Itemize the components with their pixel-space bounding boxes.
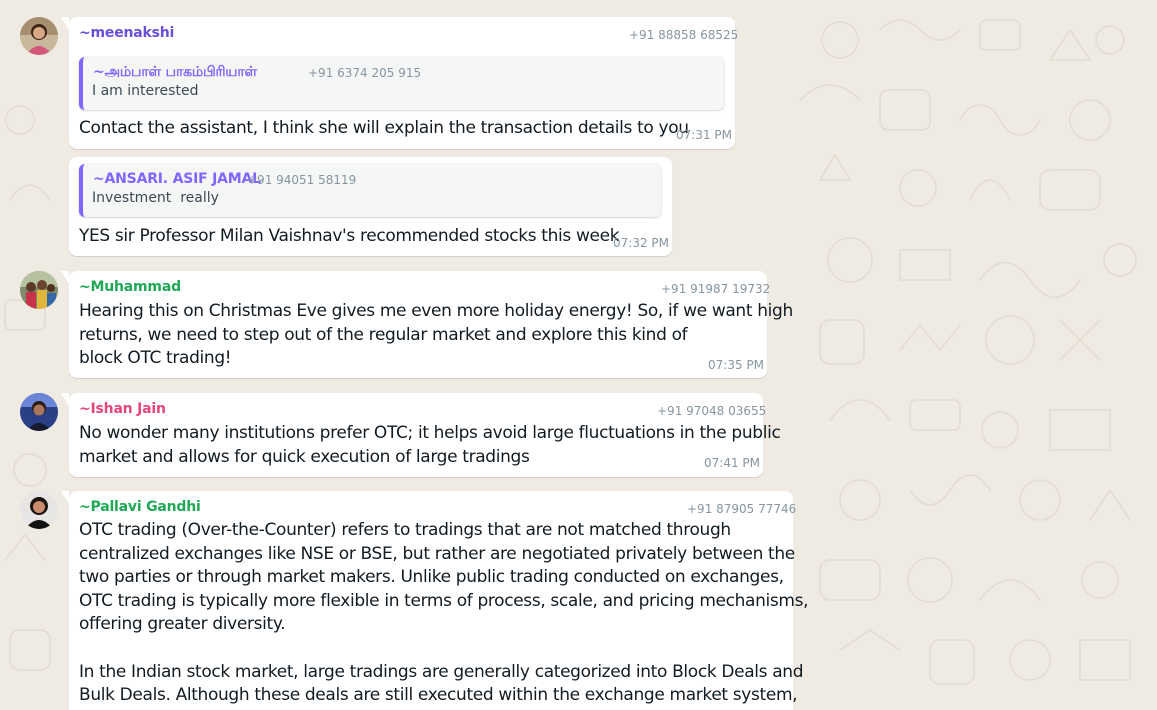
sender-name[interactable]: ~Pallavi Gandhi bbox=[79, 499, 201, 515]
sender-name[interactable]: ~Ishan Jain bbox=[79, 401, 166, 417]
message-text: Contact the assistant, I think she will … bbox=[79, 118, 689, 138]
message-line: No wonder many institutions prefer OTC; … bbox=[79, 423, 781, 443]
woman-portrait-avatar-icon bbox=[20, 491, 58, 529]
sender-avatar[interactable] bbox=[20, 271, 58, 309]
sender-avatar[interactable] bbox=[20, 491, 58, 529]
message-line: returns, we need to step out of the regu… bbox=[79, 324, 688, 345]
message-time: 07:32 PM bbox=[613, 236, 669, 250]
message-line: OTC trading is typically more flexible i… bbox=[79, 590, 809, 611]
message-time: 07:41 PM bbox=[704, 456, 760, 470]
message-time: 07:35 PM bbox=[708, 358, 764, 372]
sender-phone: +91 88858 68525 bbox=[629, 28, 739, 42]
sender-name[interactable]: ~Muhammad bbox=[79, 279, 181, 295]
sender-avatar[interactable] bbox=[20, 17, 58, 55]
message-line: centralized exchanges like NSE or BSE, b… bbox=[79, 543, 795, 564]
sender-phone: +91 97048 03655 bbox=[657, 404, 767, 418]
quoted-sender-name: ~அம்பாள் பாகம்பிரியாள் bbox=[93, 64, 257, 80]
message-line: Bulk Deals. Although these deals are sti… bbox=[79, 685, 798, 706]
man-portrait-avatar-icon bbox=[20, 393, 58, 431]
message-line: OTC trading (Over-the-Counter) refers to… bbox=[79, 520, 731, 540]
message-line: offering greater diversity. bbox=[79, 614, 286, 635]
group-photo-avatar-icon bbox=[20, 271, 58, 309]
quoted-message-text: I am interested bbox=[92, 83, 199, 99]
message-bubble[interactable]: ~ANSARI. ASIF JAMAL +91 94051 58119 Inve… bbox=[69, 157, 672, 256]
woman-portrait-avatar-icon bbox=[20, 17, 58, 55]
quoted-message-text: Investment really bbox=[92, 190, 219, 206]
quoted-message[interactable]: ~ANSARI. ASIF JAMAL +91 94051 58119 Inve… bbox=[79, 164, 661, 217]
message-bubble[interactable]: ~meenakshi +91 88858 68525 ~அம்பாள் பாகம… bbox=[61, 17, 739, 149]
message-text: YES sir Professor Milan Vaishnav's recom… bbox=[79, 226, 620, 246]
quoted-message[interactable]: ~அம்பாள் பாகம்பிரியாள் +91 6374 205 915 … bbox=[79, 57, 724, 110]
sender-avatar[interactable] bbox=[20, 393, 58, 431]
message-line: Hearing this on Christmas Eve gives me e… bbox=[79, 301, 793, 321]
message-line: block OTC trading! bbox=[79, 348, 232, 369]
message-bubble[interactable]: ~Muhammad +91 91987 19732 Hearing this o… bbox=[61, 271, 793, 378]
message-text: OTC trading (Over-the-Counter) refers to… bbox=[79, 519, 809, 708]
message-text: Hearing this on Christmas Eve gives me e… bbox=[79, 300, 793, 371]
quoted-sender-name: ~ANSARI. ASIF JAMAL bbox=[93, 171, 261, 187]
message-time: 07:31 PM bbox=[676, 128, 732, 142]
message-bubble[interactable]: ~Pallavi Gandhi +91 87905 77746 OTC trad… bbox=[61, 491, 809, 710]
message-text: No wonder many institutions prefer OTC; … bbox=[79, 422, 781, 469]
message-bubble[interactable]: ~Ishan Jain +91 97048 03655 No wonder ma… bbox=[61, 393, 781, 477]
sender-name[interactable]: ~meenakshi bbox=[79, 25, 174, 41]
quoted-sender-phone: +91 6374 205 915 bbox=[308, 66, 422, 80]
sender-phone: +91 87905 77746 bbox=[687, 502, 797, 516]
message-line: two parties or through market makers. Un… bbox=[79, 567, 784, 588]
chat-message-list[interactable]: ~meenakshi +91 88858 68525 ~அம்பாள் பாகம… bbox=[0, 0, 1157, 710]
sender-phone: +91 91987 19732 bbox=[661, 282, 771, 296]
quoted-sender-phone: +91 94051 58119 bbox=[247, 173, 357, 187]
message-line: market and allows for quick execution of… bbox=[79, 446, 530, 467]
message-line: In the Indian stock market, large tradin… bbox=[79, 661, 804, 682]
